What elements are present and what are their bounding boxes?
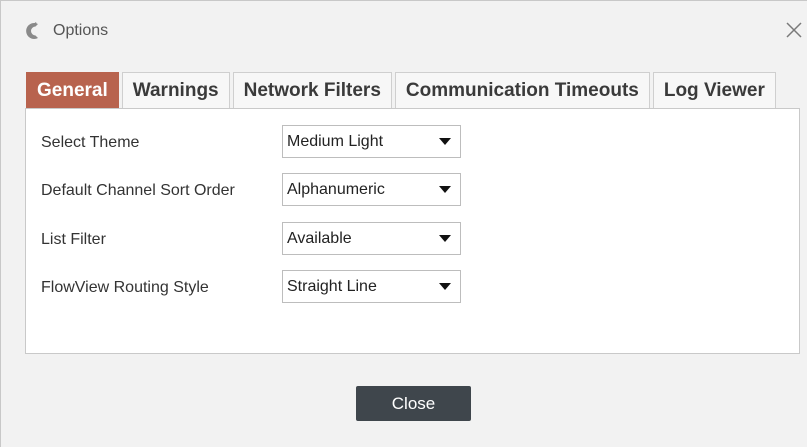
dropdown-arrow-icon (439, 283, 451, 290)
default-channel-sort-order-dropdown[interactable]: Alphanumeric (282, 173, 461, 206)
options-dialog: Options General Warnings Network Filters… (0, 0, 807, 447)
title-bar: Options (1, 1, 807, 61)
dropdown-arrow-icon (439, 138, 451, 145)
tab-communication-timeouts[interactable]: Communication Timeouts (394, 72, 650, 108)
list-filter-value: Available (287, 230, 352, 247)
app-logo-icon (26, 22, 38, 39)
close-icon[interactable] (785, 21, 803, 39)
default-channel-sort-order-label: Default Channel Sort Order (41, 182, 235, 199)
tab-warnings[interactable]: Warnings (121, 72, 230, 108)
tab-log-viewer[interactable]: Log Viewer (652, 72, 776, 108)
select-theme-value: Medium Light (287, 133, 384, 150)
flowview-routing-style-dropdown[interactable]: Straight Line (282, 270, 461, 303)
tab-network-filters[interactable]: Network Filters (232, 72, 392, 108)
default-channel-sort-order-value: Alphanumeric (287, 181, 385, 198)
select-theme-dropdown[interactable]: Medium Light (282, 125, 461, 158)
tab-bar: General Warnings Network Filters Communi… (26, 72, 779, 110)
flowview-routing-style-label: FlowView Routing Style (41, 279, 209, 296)
list-filter-label: List Filter (41, 231, 106, 248)
close-button[interactable]: Close (356, 386, 471, 421)
window-title: Options (53, 22, 109, 39)
dropdown-arrow-icon (439, 186, 451, 193)
select-theme-label: Select Theme (41, 134, 140, 151)
flowview-routing-style-value: Straight Line (287, 278, 377, 295)
dropdown-arrow-icon (439, 235, 451, 242)
general-settings-panel: Select Theme Medium Light Default Channe… (25, 108, 800, 354)
list-filter-dropdown[interactable]: Available (282, 222, 461, 255)
tab-general[interactable]: General (26, 72, 119, 108)
